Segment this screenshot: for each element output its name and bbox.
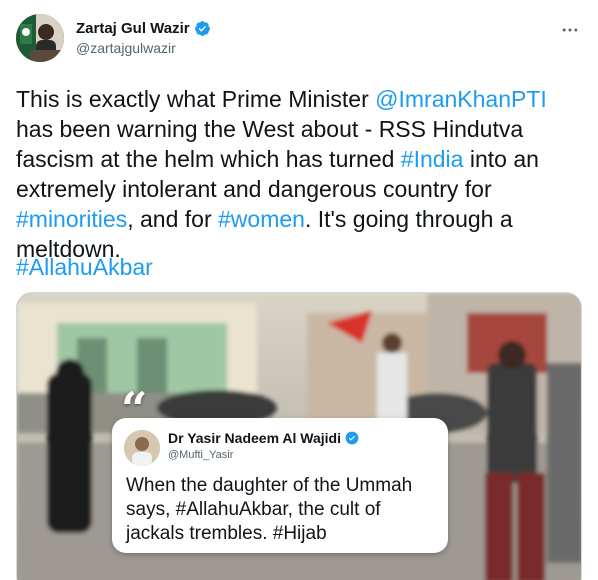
hashtag-link[interactable]: #women (218, 206, 305, 232)
author-avatar[interactable] (16, 14, 64, 62)
hashtag-allahuakbar[interactable]: #AllahuAkbar (16, 252, 153, 282)
quote-author-name-text: Dr Yasir Nadeem Al Wajidi (168, 430, 341, 446)
verified-badge-icon (194, 20, 211, 37)
tweet-media[interactable]: “ Dr Yasir Nadeem Al Wajidi @Mufti_Yasir… (16, 292, 582, 580)
tweet-text: This is exactly what Prime Minister @Imr… (16, 84, 582, 264)
quote-author-handle: @Mufti_Yasir (168, 449, 234, 461)
hashtag-link[interactable]: #minorities (16, 206, 127, 232)
hashtag-link[interactable]: #India (401, 146, 464, 172)
quote-text: When the daughter of the Ummah says, #Al… (126, 475, 413, 544)
tweet-text-segment: This is exactly what Prime Minister (16, 86, 376, 112)
tweet: Zartaj Gul Wazir @zartajgulwazir This is… (0, 0, 598, 580)
more-horizontal-icon[interactable] (558, 20, 582, 40)
author-name[interactable]: Zartaj Gul Wazir (76, 20, 190, 37)
tweet-text-segment: , and for (127, 206, 218, 232)
author-info: Zartaj Gul Wazir @zartajgulwazir (76, 20, 211, 56)
author-handle[interactable]: @zartajgulwazir (76, 40, 211, 56)
quote-author-avatar (124, 430, 160, 466)
quote-author-name: Dr Yasir Nadeem Al Wajidi (168, 430, 359, 446)
quote-card: Dr Yasir Nadeem Al Wajidi @Mufti_Yasir W… (112, 418, 448, 553)
hashtag-link[interactable]: #AllahuAkbar (16, 254, 153, 280)
mention-link[interactable]: @ImranKhanPTI (375, 86, 547, 112)
tweet-header: Zartaj Gul Wazir @zartajgulwazir (16, 14, 582, 66)
verified-badge-icon (345, 431, 359, 445)
